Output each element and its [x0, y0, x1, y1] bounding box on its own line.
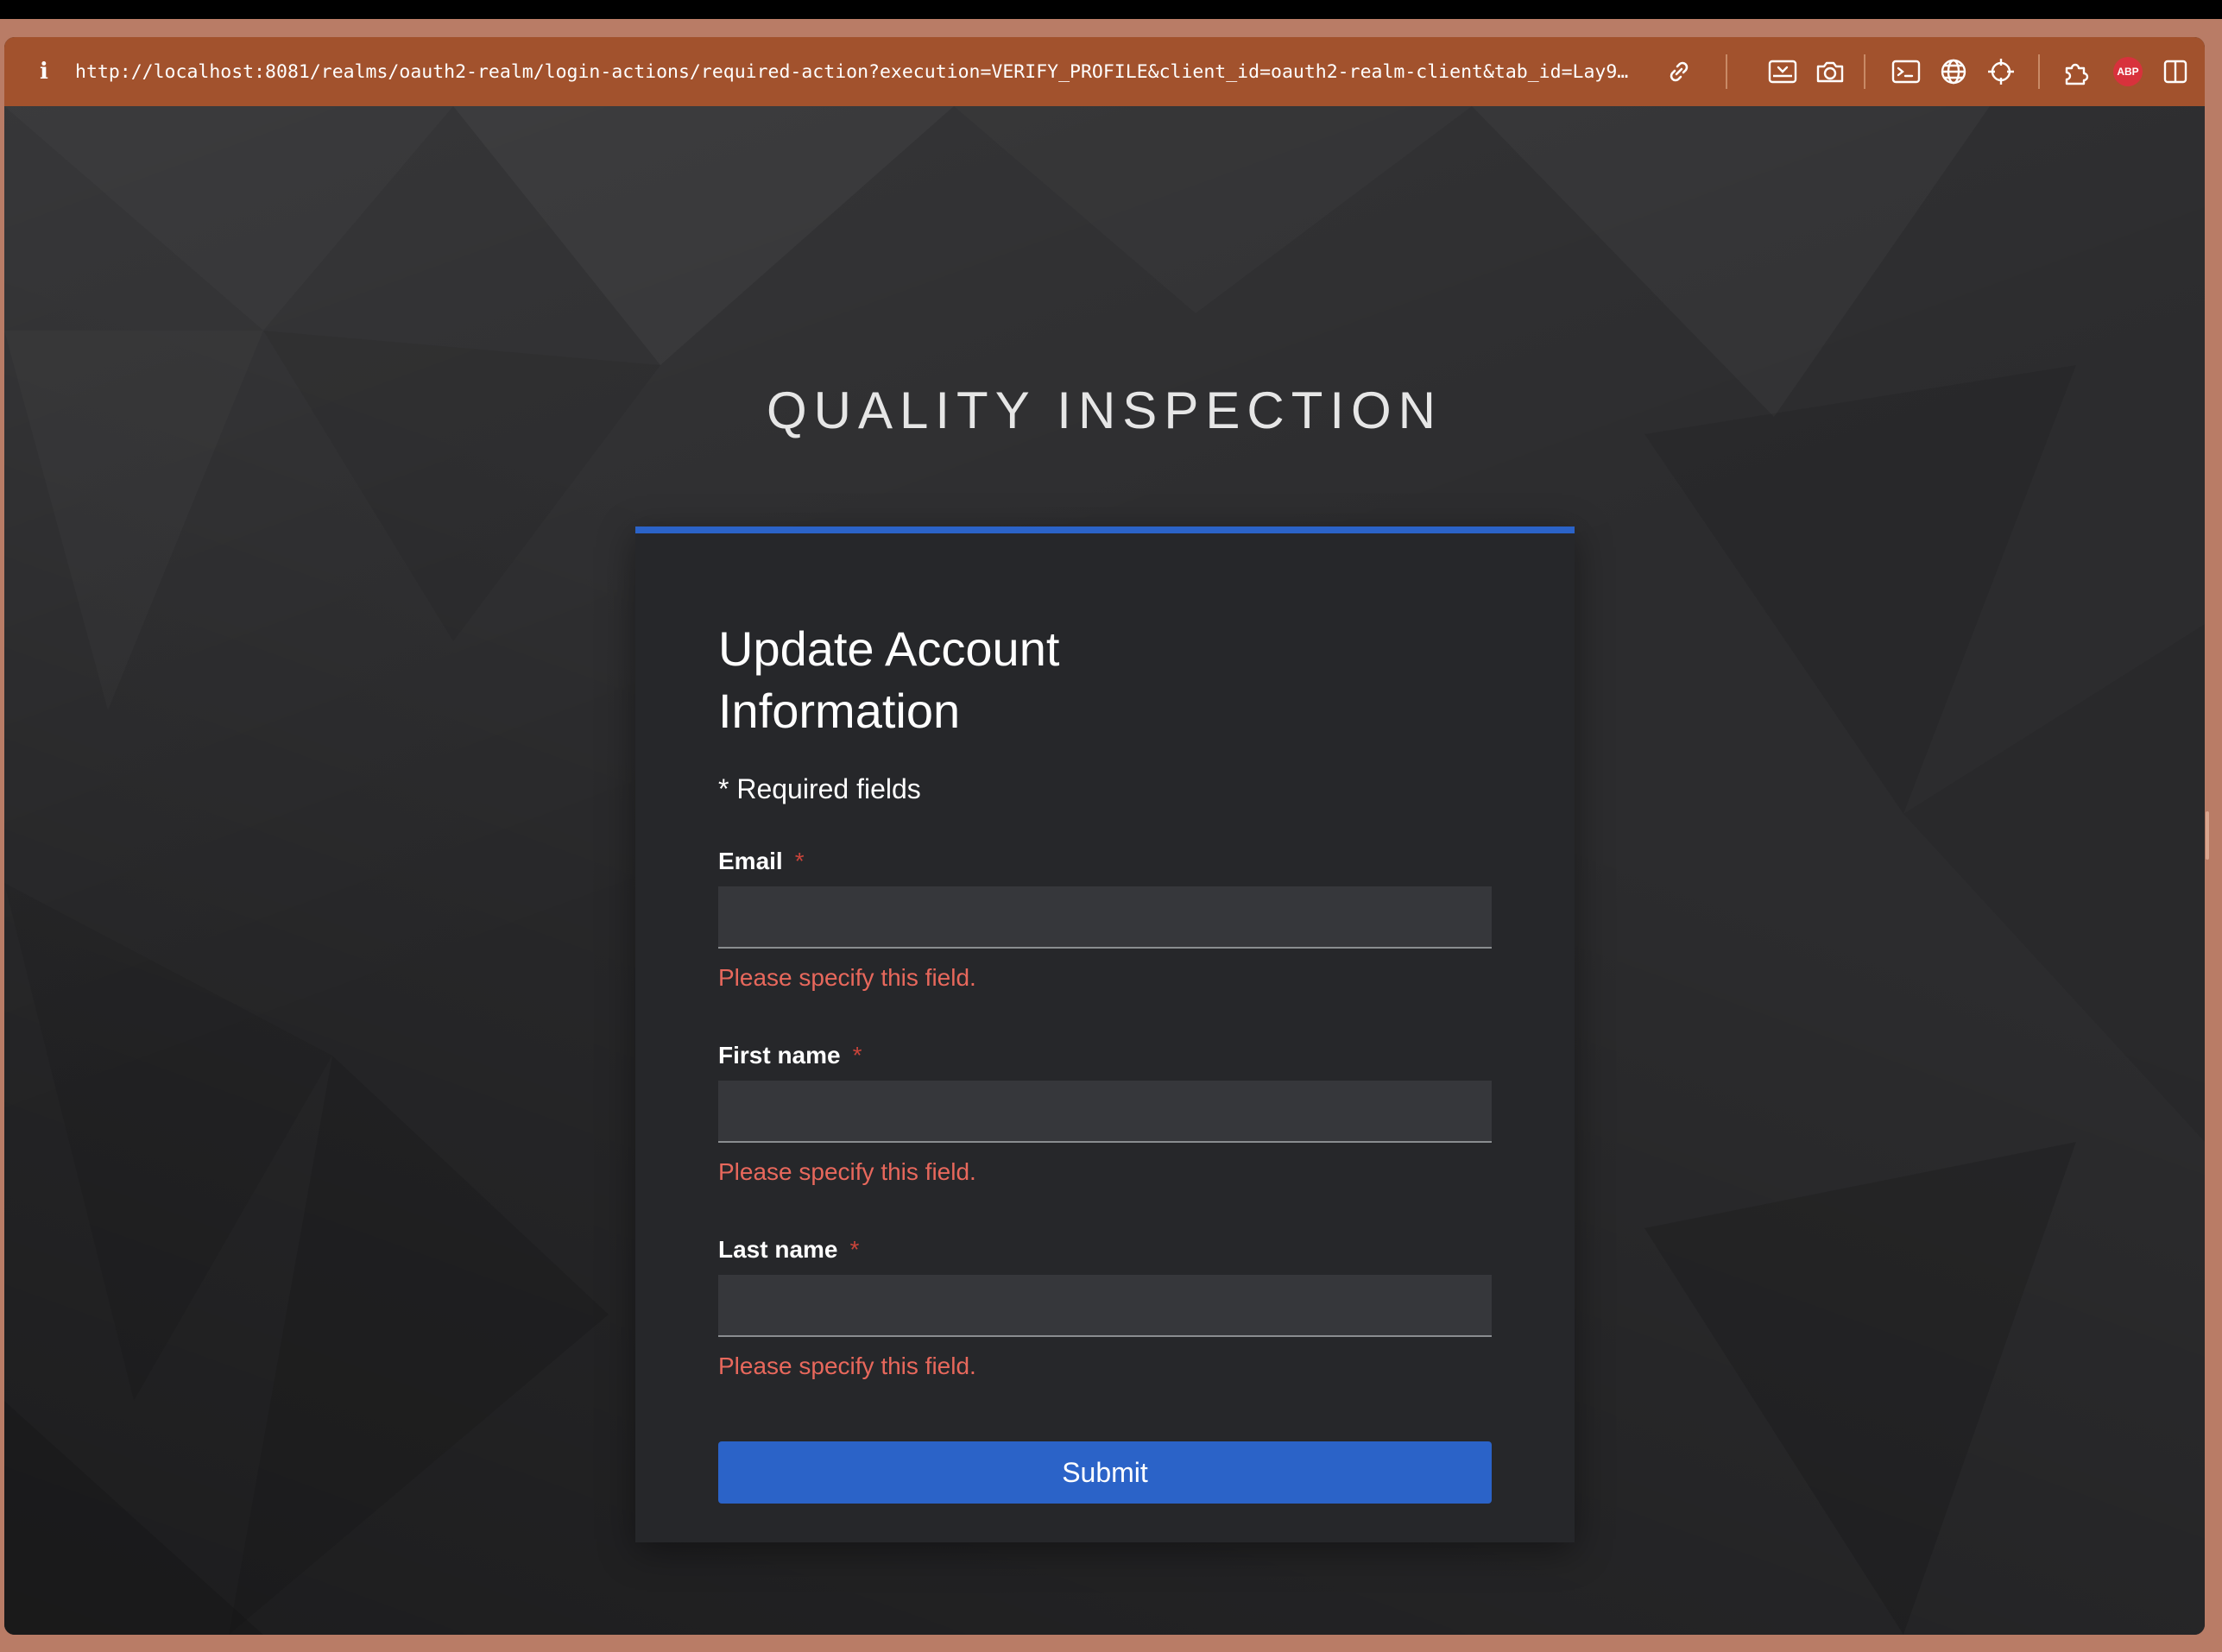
browser-window: i http://localhost:8081/realms/oauth2-re… [4, 37, 2205, 1635]
screenshot-icon[interactable] [1765, 54, 1800, 89]
email-error: Please specify this field. [718, 964, 976, 991]
window-resize-handle[interactable] [2206, 811, 2209, 860]
url-text[interactable]: http://localhost:8081/realms/oauth2-real… [75, 61, 1663, 83]
last-name-label-text: Last name [718, 1236, 838, 1263]
info-icon[interactable]: i [18, 59, 70, 85]
terminal-icon[interactable] [1889, 54, 1923, 89]
email-label: Email * [718, 848, 805, 875]
first-name-field[interactable] [718, 1081, 1492, 1143]
required-marker: * [849, 1236, 860, 1263]
adblock-icon[interactable]: ABP [2111, 54, 2145, 89]
extensions-icon[interactable] [2061, 54, 2096, 89]
required-marker: * [794, 848, 805, 874]
sidebar-icon[interactable] [2158, 54, 2193, 89]
first-name-label-text: First name [718, 1042, 841, 1069]
link-icon[interactable] [1662, 54, 1696, 89]
email-field[interactable] [718, 886, 1492, 949]
required-fields-note: * Required fields [718, 773, 921, 804]
crosshair-icon[interactable] [1984, 54, 2018, 89]
submit-button[interactable]: Submit [718, 1441, 1492, 1504]
required-marker: * [852, 1042, 862, 1069]
camera-icon[interactable] [1813, 54, 1847, 89]
first-name-error: Please specify this field. [718, 1158, 976, 1185]
page-title: Update Account Information [718, 621, 1060, 738]
address-bar[interactable]: i http://localhost:8081/realms/oauth2-re… [4, 37, 2205, 106]
last-name-field[interactable] [718, 1275, 1492, 1337]
last-name-label: Last name * [718, 1236, 859, 1264]
page-content: QUALITY INSPECTION Update Account Inform… [4, 106, 2205, 1635]
realm-brand: QUALITY INSPECTION [766, 381, 1443, 439]
update-account-card: Update Account Information * Required fi… [635, 526, 1575, 1542]
email-label-text: Email [718, 848, 783, 874]
adblock-label: ABP [2113, 57, 2143, 86]
first-name-label: First name * [718, 1042, 862, 1069]
system-top-bar [0, 0, 2222, 19]
globe-icon[interactable] [1936, 54, 1971, 89]
last-name-error: Please specify this field. [718, 1352, 976, 1379]
